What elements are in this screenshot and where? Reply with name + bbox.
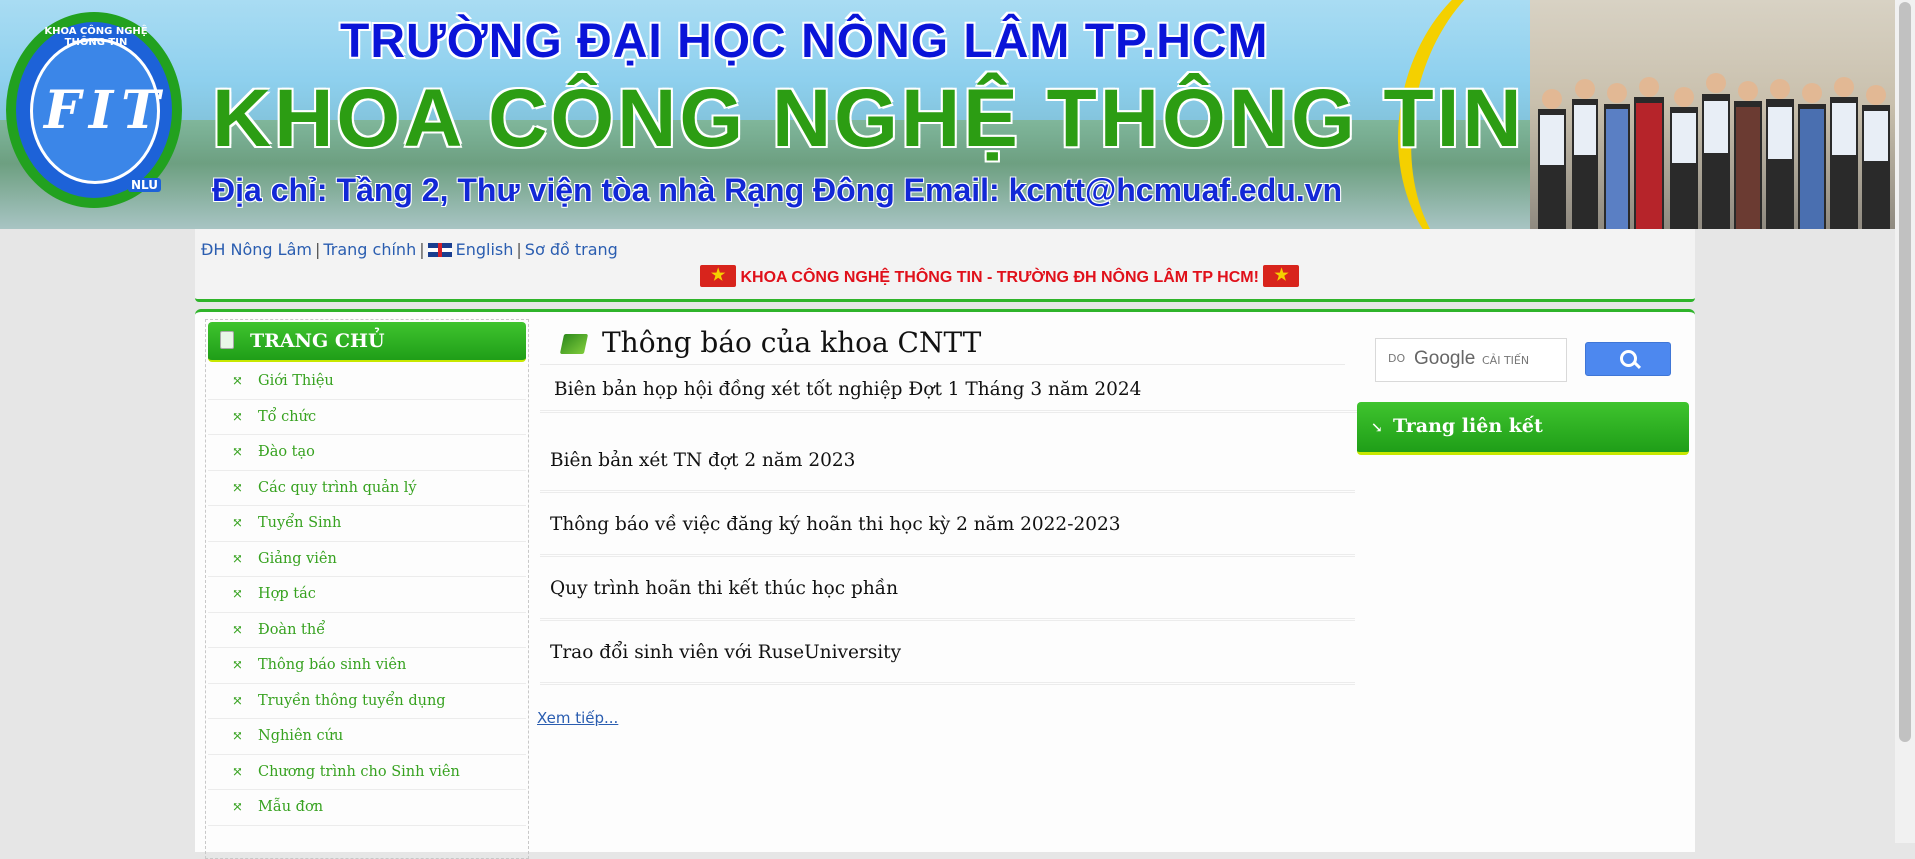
link-trang-chinh[interactable]: Trang chính <box>323 240 416 259</box>
uk-flag-icon <box>427 243 452 257</box>
header-banner: KHOA CÔNG NGHỆ THÔNG TIN FIT NLU TRƯỜNG … <box>0 0 1895 229</box>
expand-arrows-icon: ⤧ <box>232 374 243 389</box>
separator: | <box>419 240 425 259</box>
marquee-text: KHOA CÔNG NGHỆ THÔNG TIN - TRƯỜNG ĐH NÔN… <box>740 269 1259 286</box>
sidebar-list: ⤧ Giới Thiệu ⤧ Tổ chức ⤧ Đào tạo ⤧ Các quy t… <box>208 364 526 826</box>
search-icon <box>1620 350 1637 367</box>
sidebar-item-nghien-cuu[interactable]: ⤧ Nghiên cứu <box>208 719 526 755</box>
sidebar-item-to-chuc[interactable]: ⤧ Tổ chức <box>208 400 526 435</box>
sidebar-item-label: Thông báo sinh viên <box>258 657 407 673</box>
sidebar-item-truyen-thong[interactable]: ⤧ Truyền thông tuyển dụng <box>208 684 526 719</box>
link-dh-nong-lam[interactable]: ĐH Nông Lâm <box>201 240 312 259</box>
sidebar-item-label: Đào tạo <box>258 444 315 460</box>
expand-arrows-icon: ⤧ <box>232 480 243 496</box>
sidebar-item-label: Nghiên cứu <box>258 728 344 744</box>
sidebar-item-gioi-thieu[interactable]: ⤧ Giới Thiệu <box>208 364 526 400</box>
document-icon <box>220 331 234 349</box>
search-input[interactable]: DO Google CẢI TIẾN <box>1375 338 1567 382</box>
marquee-banner: KHOA CÔNG NGHỆ THÔNG TIN - TRƯỜNG ĐH NÔN… <box>700 265 1300 287</box>
sidebar-item-label: Giới Thiệu <box>258 373 334 389</box>
expand-arrows-icon: ⤧ <box>232 445 243 460</box>
vietnam-flag-icon <box>700 265 736 287</box>
expand-arrows-icon: ⤧ <box>232 693 243 709</box>
sidebar-item-chuong-trinh[interactable]: ⤧ Chương trình cho Sinh viên <box>208 755 526 790</box>
news-item-title: Thông báo về việc đăng ký hoãn thi học k… <box>550 514 1121 535</box>
search-button[interactable] <box>1585 342 1671 376</box>
sidebar-item-label: Tổ chức <box>258 408 317 425</box>
news-item[interactable]: Biên bản xét TN đợt 2 năm 2023 <box>540 432 1355 493</box>
scrollbar-thumb[interactable] <box>1899 2 1911 742</box>
sidebar-item-dao-tao[interactable]: ⤧ Đào tạo <box>208 435 526 471</box>
sidebar-title-label: TRANG CHỦ <box>250 330 385 352</box>
sidebar-item-label: Chương trình cho Sinh viên <box>258 763 460 780</box>
faculty-name: KHOA CÔNG NGHỆ THÔNG TIN <box>212 73 1525 164</box>
logo-fit-text: FIT <box>44 80 168 141</box>
faculty-group-photo <box>1530 0 1895 229</box>
sidebar-item-label: Hợp tác <box>258 586 316 602</box>
news-item-title: Quy trình hoãn thi kết thúc học phần <box>550 578 899 599</box>
university-name: TRƯỜNG ĐẠI HỌC NÔNG LÂM TP.HCM <box>340 15 1269 68</box>
sidebar-menu: TRANG CHỦ ⤧ Giới Thiệu ⤧ Tổ chức ⤧ Đào tạo … <box>205 319 529 859</box>
sidebar-item-hop-tac[interactable]: ⤧ Hợp tác <box>208 577 526 613</box>
arrow-down-right-icon: ↘ <box>1371 420 1383 436</box>
expand-arrows-icon: ⤧ <box>232 409 243 425</box>
expand-arrows-icon: ⤧ <box>232 622 243 638</box>
separator: | <box>516 240 522 259</box>
search-brand-label: DO <box>1388 352 1406 365</box>
search-enhanced-label: CẢI TIẾN <box>1482 354 1530 367</box>
sidebar-item-label: Các quy trình quản lý <box>258 479 417 496</box>
link-english[interactable]: English <box>427 240 514 259</box>
expand-arrows-icon: ⤧ <box>232 658 243 673</box>
news-item[interactable]: Thông báo về việc đăng ký hoãn thi học k… <box>540 496 1355 557</box>
logo-arc-text: KHOA CÔNG NGHỆ THÔNG TIN <box>44 26 148 48</box>
news-item-title: Biên bản xét TN đợt 2 năm 2023 <box>550 450 856 471</box>
sidebar-item-giang-vien[interactable]: ⤧ Giảng viên <box>208 542 526 577</box>
link-sitemap[interactable]: Sơ đồ trang <box>525 240 618 259</box>
section-title-label: Thông báo của khoa CNTT <box>602 326 982 359</box>
top-links: ĐH Nông Lâm | Trang chính | English | Sơ đồ tr… <box>201 240 618 259</box>
sidebar-item-label: Giảng viên <box>258 550 337 567</box>
links-panel-title: ↘ Trang liên kết <box>1357 402 1689 455</box>
news-item-title: Trao đổi sinh viên với RuseUniversity <box>550 642 902 663</box>
faculty-group-photo-people <box>1538 73 1890 229</box>
news-item[interactable]: Quy trình hoãn thi kết thúc học phần <box>540 560 1355 621</box>
book-icon <box>559 334 589 354</box>
top-nav-bar: ĐH Nông Lâm | Trang chính | English | Sơ đồ tr… <box>195 229 1695 302</box>
expand-arrows-icon: ⤧ <box>232 800 243 815</box>
sidebar-item-thong-bao-sv[interactable]: ⤧ Thông báo sinh viên <box>208 648 526 684</box>
main-box: TRANG CHỦ ⤧ Giới Thiệu ⤧ Tổ chức ⤧ Đào tạo … <box>195 309 1695 859</box>
sidebar-item-label: Mẫu đơn <box>258 799 324 815</box>
see-more-link[interactable]: Xem tiếp... <box>537 709 618 727</box>
sidebar-item-label: Đoàn thể <box>258 621 326 638</box>
sidebar-item-label: Tuyển Sinh <box>258 515 342 531</box>
sidebar-item-mau-don[interactable]: ⤧ Mẫu đơn <box>208 790 526 826</box>
faculty-address: Địa chỉ: Tầng 2, Thư viện tòa nhà Rạng Đ… <box>212 172 1343 208</box>
fit-logo[interactable]: KHOA CÔNG NGHỆ THÔNG TIN FIT NLU <box>6 12 182 208</box>
logo-nlu-text: NLU <box>128 178 162 192</box>
links-panel-title-label: Trang liên kết <box>1393 415 1543 437</box>
sidebar-item-label: Truyền thông tuyển dụng <box>258 692 446 709</box>
expand-arrows-icon: ⤧ <box>232 516 243 531</box>
separator: | <box>314 240 321 259</box>
expand-arrows-icon: ⤧ <box>232 764 243 780</box>
link-english-label: English <box>455 240 514 259</box>
news-item[interactable]: Trao đổi sinh viên với RuseUniversity <box>540 624 1355 685</box>
expand-arrows-icon: ⤧ <box>232 729 243 744</box>
sidebar-item-tuyen-sinh[interactable]: ⤧ Tuyển Sinh <box>208 506 526 542</box>
sidebar-item-quy-trinh[interactable]: ⤧ Các quy trình quản lý <box>208 471 526 506</box>
sidebar-title[interactable]: TRANG CHỦ <box>208 322 526 362</box>
google-logo: Google <box>1414 348 1476 369</box>
news-item-title: Biên bản họp hội đồng xét tốt nghiệp Đợt… <box>554 379 1142 400</box>
page-scrollbar[interactable] <box>1895 0 1915 843</box>
expand-arrows-icon: ⤧ <box>232 587 243 602</box>
news-item[interactable]: Biên bản họp hội đồng xét tốt nghiệp Đợt… <box>540 370 1359 413</box>
sidebar-item-doan-the[interactable]: ⤧ Đoàn thể <box>208 613 526 648</box>
expand-arrows-icon: ⤧ <box>232 551 243 567</box>
section-title: Thông báo của khoa CNTT <box>540 322 1345 365</box>
vietnam-flag-icon <box>1263 265 1300 287</box>
